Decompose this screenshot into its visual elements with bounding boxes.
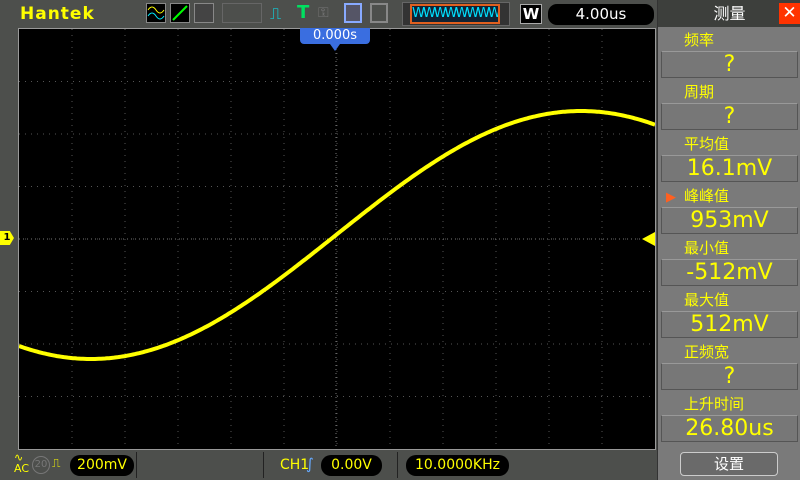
measure-value[interactable]: 16.1mV — [661, 155, 798, 182]
print-icon[interactable] — [370, 3, 388, 23]
invert-icon: ⎍ — [52, 456, 61, 470]
settings-button[interactable]: 设置 — [680, 452, 778, 476]
close-button[interactable]: ✕ — [779, 3, 800, 24]
measure-label: 峰峰值 — [684, 187, 730, 205]
trigger-source[interactable]: CH1 — [280, 457, 309, 473]
trigger-level-readout[interactable]: 0.00V — [321, 455, 382, 476]
measure-label: 最小值 — [684, 239, 730, 257]
key-icon: ⚿ — [318, 5, 329, 21]
measure-value[interactable]: ? — [661, 51, 798, 78]
waveform-overview[interactable]: WWWWWWWWWW — [410, 4, 500, 24]
trigger-position-marker[interactable] — [330, 44, 340, 51]
trigger-edge-icon: ⎍ — [270, 4, 282, 23]
waveform-mode-icon[interactable] — [146, 3, 166, 23]
coupling-label: AC — [14, 462, 30, 475]
coupling-indicator: ∿ AC — [14, 452, 29, 474]
waveform-display[interactable] — [18, 28, 656, 450]
brand-logo: Hantek — [20, 4, 95, 24]
measure-value[interactable]: ? — [661, 363, 798, 390]
window-zoom-button[interactable]: W — [520, 4, 542, 24]
measure-label: 上升时间 — [684, 395, 745, 413]
measure-value[interactable]: 953mV — [661, 207, 798, 234]
trigger-position-readout[interactable]: 0.000s — [300, 28, 370, 44]
measure-value[interactable]: -512mV — [661, 259, 798, 286]
measure-label: 频率 — [684, 31, 715, 49]
timebase-readout[interactable]: 4.00us — [548, 4, 654, 25]
ch1-ground-marker[interactable]: 1 — [0, 231, 14, 245]
trigger-level-marker[interactable] — [642, 232, 655, 246]
frequency-readout: 10.0000KHz — [406, 455, 509, 476]
measure-label: 最大值 — [684, 291, 730, 309]
trigger-type-icon: T — [297, 2, 310, 23]
measure-value[interactable]: 26.80us — [661, 415, 798, 442]
ch1-trace — [18, 109, 656, 361]
measure-value[interactable]: 512mV — [661, 311, 798, 338]
volts-div-readout[interactable]: 200mV — [70, 455, 134, 476]
measure-label: 正频宽 — [684, 343, 730, 361]
empty-slot — [222, 3, 262, 23]
measure-label: 周期 — [684, 83, 715, 101]
display-vectors-icon[interactable] — [170, 3, 190, 23]
measure-label: 平均值 — [684, 135, 730, 153]
persistence-icon[interactable] — [194, 3, 214, 23]
bw-limit-icon: 20 — [32, 456, 50, 474]
measure-value[interactable]: ? — [661, 103, 798, 130]
measure-panel: 测量 ✕ 频率 ? 周期 ? 平均值 16.1mV 峰峰值 953mV 最小值 -512… — [657, 0, 800, 480]
save-icon[interactable] — [344, 3, 362, 23]
graticule — [18, 29, 656, 449]
rising-edge-icon: ∫ — [306, 455, 314, 473]
selected-arrow-icon: ▶ — [666, 190, 676, 205]
